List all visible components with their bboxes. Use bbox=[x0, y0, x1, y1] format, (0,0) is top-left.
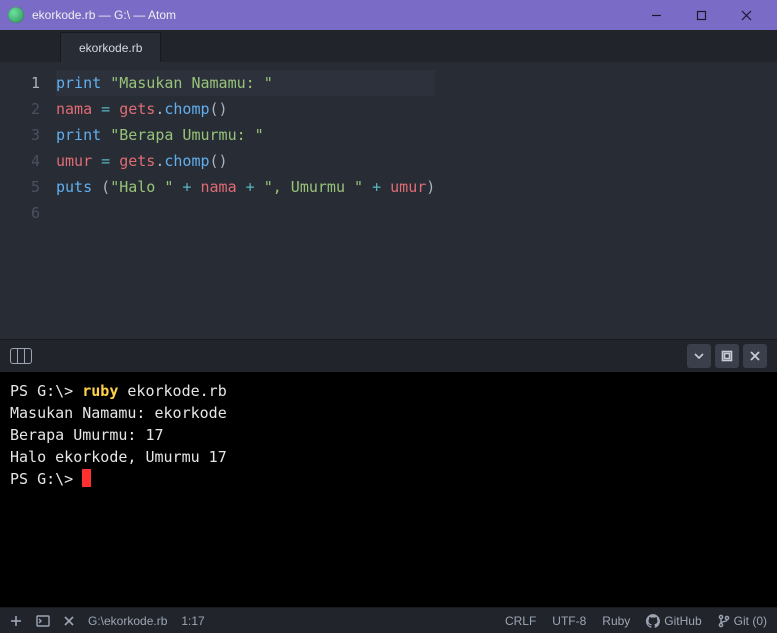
line-number: 5 bbox=[0, 174, 40, 200]
status-cursor-pos[interactable]: 1:17 bbox=[181, 614, 204, 628]
terminal-toggle-button[interactable] bbox=[36, 615, 50, 627]
code-line[interactable]: print "Berapa Umurmu: " bbox=[56, 122, 435, 148]
terminal-panel: PS G:\> ruby ekorkode.rbMasukan Namamu: … bbox=[0, 339, 777, 607]
status-git[interactable]: Git (0) bbox=[718, 614, 767, 628]
status-github[interactable]: GitHub bbox=[646, 614, 701, 628]
terminal-line: PS G:\> bbox=[10, 468, 767, 490]
terminal-body[interactable]: PS G:\> ruby ekorkode.rbMasukan Namamu: … bbox=[0, 372, 777, 607]
line-number: 6 bbox=[0, 200, 40, 226]
status-encoding[interactable]: UTF-8 bbox=[552, 614, 586, 628]
status-git-label: Git (0) bbox=[734, 614, 767, 628]
tab-ekorkode[interactable]: ekorkode.rb bbox=[60, 32, 161, 62]
terminal-cursor bbox=[82, 469, 91, 487]
status-bar: G:\ekorkode.rb 1:17 CRLF UTF-8 Ruby GitH… bbox=[0, 607, 777, 633]
atom-app-icon bbox=[8, 7, 24, 23]
git-branch-icon bbox=[718, 614, 730, 628]
maximize-button[interactable] bbox=[679, 0, 724, 30]
code-line[interactable] bbox=[56, 200, 435, 226]
terminal-line: Berapa Umurmu: 17 bbox=[10, 424, 767, 446]
code-editor[interactable]: 123456 print "Masukan Namamu: "nama = ge… bbox=[0, 62, 777, 339]
status-github-label: GitHub bbox=[664, 614, 701, 628]
new-file-button[interactable] bbox=[10, 615, 22, 627]
code-area[interactable]: print "Masukan Namamu: "nama = gets.chom… bbox=[50, 62, 435, 339]
line-gutter: 123456 bbox=[0, 62, 50, 339]
terminal-line: Masukan Namamu: ekorkode bbox=[10, 402, 767, 424]
terminal-line: PS G:\> ruby ekorkode.rb bbox=[10, 380, 767, 402]
minimize-button[interactable] bbox=[634, 0, 679, 30]
line-number: 3 bbox=[0, 122, 40, 148]
line-number: 2 bbox=[0, 96, 40, 122]
line-number: 4 bbox=[0, 148, 40, 174]
maximize-panel-icon[interactable] bbox=[715, 344, 739, 368]
terminal-line: Halo ekorkode, Umurmu 17 bbox=[10, 446, 767, 468]
code-line[interactable]: umur = gets.chomp() bbox=[56, 148, 435, 174]
code-line[interactable]: print "Masukan Namamu: " bbox=[56, 70, 435, 96]
status-filepath[interactable]: G:\ekorkode.rb bbox=[88, 614, 167, 628]
status-lineending[interactable]: CRLF bbox=[505, 614, 536, 628]
close-panel-button[interactable] bbox=[64, 616, 74, 626]
terminal-header bbox=[0, 340, 777, 372]
status-language[interactable]: Ruby bbox=[602, 614, 630, 628]
close-panel-icon[interactable] bbox=[743, 344, 767, 368]
window-title: ekorkode.rb — G:\ — Atom bbox=[32, 8, 634, 22]
line-number: 1 bbox=[0, 70, 40, 96]
github-icon bbox=[646, 614, 660, 628]
layout-icon[interactable] bbox=[10, 348, 32, 364]
code-line[interactable]: nama = gets.chomp() bbox=[56, 96, 435, 122]
chevron-down-icon[interactable] bbox=[687, 344, 711, 368]
close-button[interactable] bbox=[724, 0, 769, 30]
tab-bar: ekorkode.rb bbox=[0, 30, 777, 62]
window-titlebar: ekorkode.rb — G:\ — Atom bbox=[0, 0, 777, 30]
tab-label: ekorkode.rb bbox=[79, 41, 142, 55]
code-line[interactable]: puts ("Halo " + nama + ", Umurmu " + umu… bbox=[56, 174, 435, 200]
